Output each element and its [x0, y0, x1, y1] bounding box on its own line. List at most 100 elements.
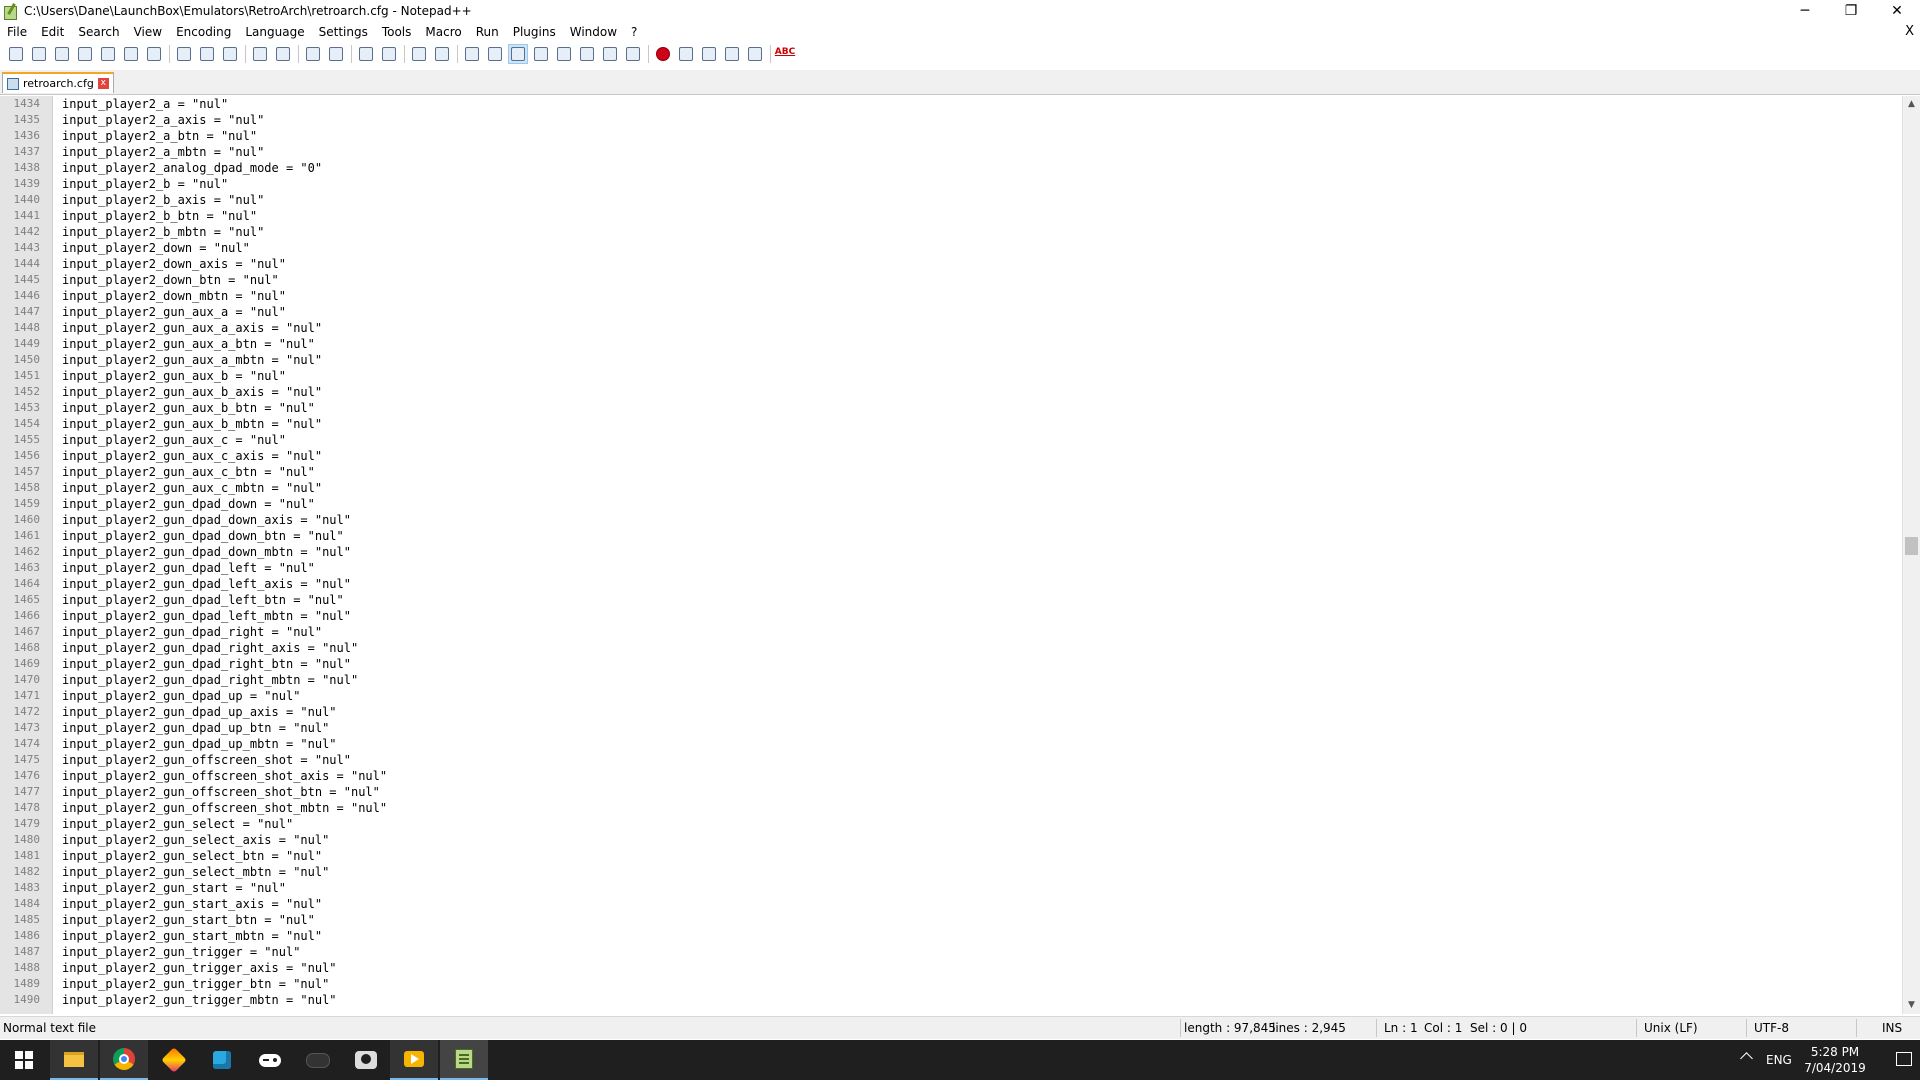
- code-line[interactable]: 1447 input_player2_gun_aux_a = "nul": [0, 304, 1900, 320]
- show-all-chars-button[interactable]: [485, 44, 505, 64]
- close-document-button[interactable]: X: [1905, 22, 1914, 42]
- code-line[interactable]: 1480 input_player2_gun_select_axis = "nul…: [0, 832, 1900, 848]
- code-line[interactable]: 1452 input_player2_gun_aux_b_axis = "nul": [0, 384, 1900, 400]
- code-line[interactable]: 1455 input_player2_gun_aux_c = "nul": [0, 432, 1900, 448]
- indent-guide-button[interactable]: [508, 44, 528, 64]
- tab-close-icon[interactable]: x: [97, 78, 109, 89]
- code-line[interactable]: 1442 input_player2_b_mbtn = "nul": [0, 224, 1900, 240]
- folder-as-workspace-button[interactable]: [600, 44, 620, 64]
- menu-encoding[interactable]: Encoding: [169, 22, 238, 42]
- code-line[interactable]: 1470 input_player2_gun_dpad_right_mbtn = …: [0, 672, 1900, 688]
- code-line[interactable]: 1450 input_player2_gun_aux_a_mbtn = "nul": [0, 352, 1900, 368]
- code-line[interactable]: 1473 input_player2_gun_dpad_up_btn = "nul…: [0, 720, 1900, 736]
- code-line[interactable]: 1461 input_player2_gun_dpad_down_btn = "n…: [0, 528, 1900, 544]
- code-line[interactable]: 1435 input_player2_a_axis = "nul": [0, 112, 1900, 128]
- menu-help[interactable]: ?: [624, 22, 644, 42]
- scroll-thumb[interactable]: [1905, 537, 1918, 555]
- code-line[interactable]: 1474 input_player2_gun_dpad_up_mbtn = "nu…: [0, 736, 1900, 752]
- replace-button[interactable]: [326, 44, 346, 64]
- spellcheck-button[interactable]: ABC: [775, 44, 795, 64]
- play-macro-button[interactable]: [699, 44, 719, 64]
- editor[interactable]: 1434 input_player2_a = "nul" 1435 input_pla…: [0, 96, 1920, 1014]
- code-line[interactable]: 1457 input_player2_gun_aux_c_btn = "nul": [0, 464, 1900, 480]
- code-line[interactable]: 1439 input_player2_b = "nul": [0, 176, 1900, 192]
- function-list-button[interactable]: [577, 44, 597, 64]
- stop-macro-button[interactable]: [676, 44, 696, 64]
- code-line[interactable]: 1483 input_player2_gun_start = "nul": [0, 880, 1900, 896]
- undo-button[interactable]: [250, 44, 270, 64]
- sync-vertical-button[interactable]: [409, 44, 429, 64]
- taskbar-gamepad-dark[interactable]: [294, 1040, 342, 1080]
- code-line[interactable]: 1476 input_player2_gun_offscreen_shot_axi…: [0, 768, 1900, 784]
- menu-run[interactable]: Run: [469, 22, 506, 42]
- status-encoding[interactable]: UTF-8: [1754, 1017, 1789, 1039]
- menu-edit[interactable]: Edit: [34, 22, 71, 42]
- copy-button[interactable]: [197, 44, 217, 64]
- cut-button[interactable]: [174, 44, 194, 64]
- code-line[interactable]: 1462 input_player2_gun_dpad_down_mbtn = "…: [0, 544, 1900, 560]
- code-line[interactable]: 1446 input_player2_down_mbtn = "nul": [0, 288, 1900, 304]
- taskbar-gamepad[interactable]: [246, 1040, 294, 1080]
- document-map-button[interactable]: [554, 44, 574, 64]
- code-line[interactable]: 1471 input_player2_gun_dpad_up = "nul": [0, 688, 1900, 704]
- taskbar-chrome[interactable]: [100, 1040, 148, 1080]
- code-line[interactable]: 1456 input_player2_gun_aux_c_axis = "nul": [0, 448, 1900, 464]
- menu-window[interactable]: Window: [563, 22, 624, 42]
- close-all-button[interactable]: [121, 44, 141, 64]
- code-line[interactable]: 1486 input_player2_gun_start_mbtn = "nul": [0, 928, 1900, 944]
- menu-settings[interactable]: Settings: [312, 22, 375, 42]
- zoom-in-button[interactable]: [356, 44, 376, 64]
- code-line[interactable]: 1438 input_player2_analog_dpad_mode = "0": [0, 160, 1900, 176]
- code-line[interactable]: 1453 input_player2_gun_aux_b_btn = "nul": [0, 400, 1900, 416]
- taskbar-media-player[interactable]: [390, 1040, 438, 1080]
- restore-button[interactable]: ❐: [1828, 0, 1874, 22]
- save-button[interactable]: [52, 44, 72, 64]
- clock[interactable]: 5:28 PM 7/04/2019: [1800, 1044, 1870, 1076]
- code-line[interactable]: 1443 input_player2_down = "nul": [0, 240, 1900, 256]
- scroll-down-icon[interactable]: ▼: [1903, 997, 1920, 1014]
- menu-file[interactable]: File: [0, 22, 34, 42]
- code-line[interactable]: 1441 input_player2_b_btn = "nul": [0, 208, 1900, 224]
- code-line[interactable]: 1463 input_player2_gun_dpad_left = "nul": [0, 560, 1900, 576]
- code-line[interactable]: 1437 input_player2_a_mbtn = "nul": [0, 144, 1900, 160]
- vertical-scrollbar[interactable]: ▲ ▼: [1902, 96, 1920, 1014]
- monitoring-button[interactable]: [623, 44, 643, 64]
- taskbar-notepadpp[interactable]: [440, 1040, 488, 1080]
- record-macro-button[interactable]: [653, 44, 673, 64]
- code-line[interactable]: 1444 input_player2_down_axis = "nul": [0, 256, 1900, 272]
- close-button[interactable]: ✕: [1874, 0, 1920, 22]
- code-line[interactable]: 1475 input_player2_gun_offscreen_shot = "…: [0, 752, 1900, 768]
- zoom-out-button[interactable]: [379, 44, 399, 64]
- code-line[interactable]: 1489 input_player2_gun_trigger_btn = "nul…: [0, 976, 1900, 992]
- code-line[interactable]: 1485 input_player2_gun_start_btn = "nul": [0, 912, 1900, 928]
- code-line[interactable]: 1467 input_player2_gun_dpad_right = "nul": [0, 624, 1900, 640]
- code-line[interactable]: 1460 input_player2_gun_dpad_down_axis = "…: [0, 512, 1900, 528]
- code-line[interactable]: 1445 input_player2_down_btn = "nul": [0, 272, 1900, 288]
- menu-search[interactable]: Search: [71, 22, 126, 42]
- code-line[interactable]: 1469 input_player2_gun_dpad_right_btn = "…: [0, 656, 1900, 672]
- language-udl-button[interactable]: [531, 44, 551, 64]
- taskbar-launchbox[interactable]: [150, 1040, 198, 1080]
- scroll-up-icon[interactable]: ▲: [1903, 96, 1920, 113]
- code-line[interactable]: 1482 input_player2_gun_select_mbtn = "nul…: [0, 864, 1900, 880]
- code-line[interactable]: 1458 input_player2_gun_aux_c_mbtn = "nul": [0, 480, 1900, 496]
- code-line[interactable]: 1479 input_player2_gun_select = "nul": [0, 816, 1900, 832]
- minimize-button[interactable]: ─: [1782, 0, 1828, 22]
- code-line[interactable]: 1465 input_player2_gun_dpad_left_btn = "n…: [0, 592, 1900, 608]
- print-button[interactable]: [144, 44, 164, 64]
- new-file-button[interactable]: [6, 44, 26, 64]
- code-line[interactable]: 1477 input_player2_gun_offscreen_shot_btn…: [0, 784, 1900, 800]
- code-line[interactable]: 1478 input_player2_gun_offscreen_shot_mbt…: [0, 800, 1900, 816]
- code-line[interactable]: 1466 input_player2_gun_dpad_left_mbtn = "…: [0, 608, 1900, 624]
- code-line[interactable]: 1490 input_player2_gun_trigger_mbtn = "nu…: [0, 992, 1900, 1008]
- tab-retroarch-cfg[interactable]: retroarch.cfg x: [2, 72, 114, 93]
- open-file-button[interactable]: [29, 44, 49, 64]
- start-button[interactable]: [0, 1040, 48, 1080]
- close-file-button[interactable]: [98, 44, 118, 64]
- menu-tools[interactable]: Tools: [375, 22, 419, 42]
- code-line[interactable]: 1451 input_player2_gun_aux_b = "nul": [0, 368, 1900, 384]
- code-line[interactable]: 1484 input_player2_gun_start_axis = "nul": [0, 896, 1900, 912]
- save-all-button[interactable]: [75, 44, 95, 64]
- sync-horizontal-button[interactable]: [432, 44, 452, 64]
- code-line[interactable]: 1448 input_player2_gun_aux_a_axis = "nul": [0, 320, 1900, 336]
